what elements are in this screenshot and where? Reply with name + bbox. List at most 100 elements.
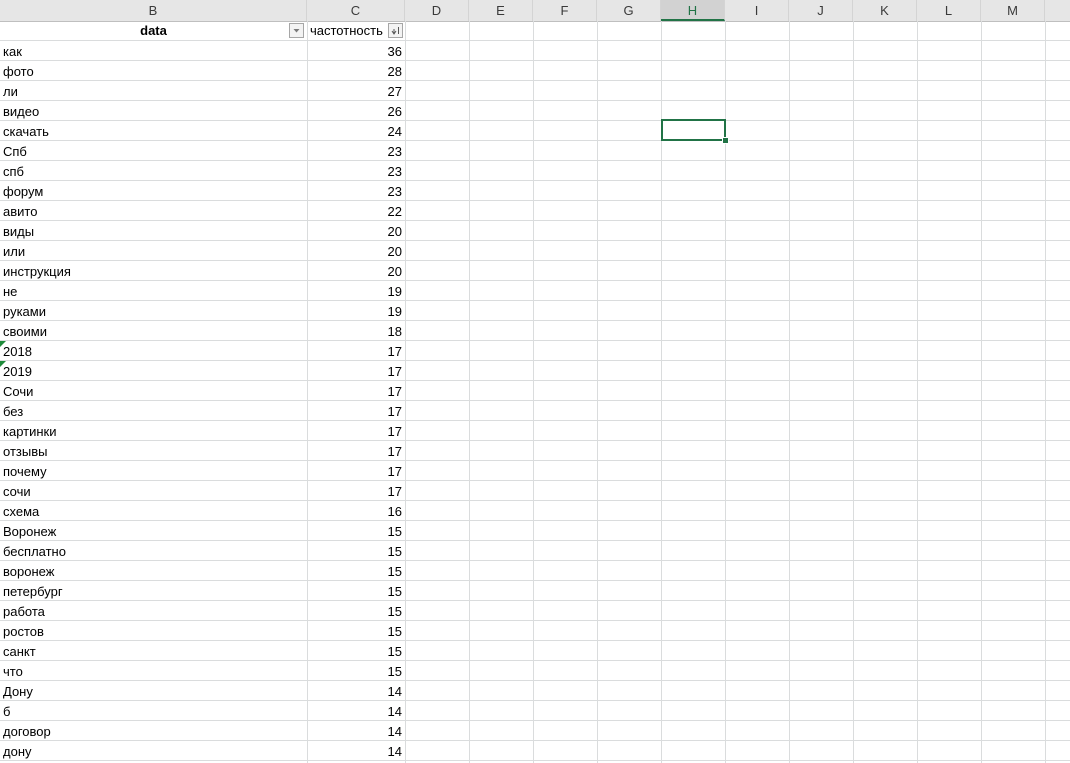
word-cell[interactable]: санкт [0,641,307,661]
word-cell[interactable]: дону [0,741,307,761]
column-header-l[interactable]: L [917,0,981,21]
word-cell[interactable]: Дону [0,681,307,701]
table-header-row: data частотность [0,21,1070,41]
word-cell[interactable]: почему [0,461,307,481]
word-cell[interactable]: фото [0,61,307,81]
frequency-cell[interactable]: 15 [307,601,405,621]
frequency-cell[interactable]: 27 [307,81,405,101]
word-cell[interactable]: ли [0,81,307,101]
number-stored-as-text-indicator-icon[interactable] [0,361,6,367]
table-row: что 15 [0,661,1070,681]
word-cell[interactable]: что [0,661,307,681]
column-header-j[interactable]: J [789,0,853,21]
frequency-cell[interactable]: 26 [307,101,405,121]
frequency-cell[interactable]: 36 [307,41,405,61]
frequency-cell[interactable]: 15 [307,561,405,581]
word-cell[interactable]: Сочи [0,381,307,401]
frequency-cell[interactable]: 15 [307,661,405,681]
word-cell[interactable]: схема [0,501,307,521]
frequency-cell[interactable]: 17 [307,421,405,441]
word-cell[interactable]: виды [0,221,307,241]
column-header-g[interactable]: G [597,0,661,21]
frequency-cell[interactable]: 20 [307,261,405,281]
number-stored-as-text-indicator-icon[interactable] [0,341,6,347]
word-cell[interactable]: воронеж [0,561,307,581]
word-cell[interactable]: без [0,401,307,421]
frequency-cell[interactable]: 17 [307,461,405,481]
word-cell[interactable]: 2019 [0,361,307,381]
frequency-cell[interactable]: 14 [307,701,405,721]
word-cell[interactable]: петербург [0,581,307,601]
frequency-cell[interactable]: 19 [307,301,405,321]
column-header-e[interactable]: E [469,0,533,21]
column-header-h[interactable]: H [661,0,725,21]
frequency-cell[interactable]: 17 [307,481,405,501]
frequency-cell[interactable]: 15 [307,621,405,641]
word-cell[interactable]: своими [0,321,307,341]
word-cell[interactable]: как [0,41,307,61]
frequency-cell[interactable]: 28 [307,61,405,81]
frequency-cell[interactable]: 14 [307,741,405,761]
frequency-cell[interactable]: 23 [307,181,405,201]
frequency-cell[interactable]: 20 [307,241,405,261]
word-cell[interactable]: видео [0,101,307,121]
frequency-cell[interactable]: 17 [307,341,405,361]
selected-cell-H[interactable] [661,119,726,141]
frequency-cell[interactable]: 16 [307,501,405,521]
word-cell[interactable]: инструкция [0,261,307,281]
frequency-cell[interactable]: 17 [307,441,405,461]
frequency-header-cell[interactable]: частотность [307,21,405,41]
frequency-cell[interactable]: 15 [307,521,405,541]
word-cell[interactable]: авито [0,201,307,221]
word-cell[interactable]: скачать [0,121,307,141]
frequency-cell[interactable]: 23 [307,141,405,161]
word-cell[interactable]: отзывы [0,441,307,461]
column-header-i[interactable]: I [725,0,789,21]
column-header-b[interactable]: B [0,0,307,21]
fill-handle[interactable] [722,137,729,144]
word-cell[interactable]: бесплатно [0,541,307,561]
word-cell[interactable]: 2018 [0,341,307,361]
cell-grid[interactable]: data частотность как 36 фото 28 ли 27 видео 26 с… [0,21,1070,763]
table-row: авито 22 [0,201,1070,221]
spreadsheet[interactable]: BCDEFGHIJKLM data частотность как 36 фот… [0,0,1070,763]
frequency-cell[interactable]: 15 [307,541,405,561]
frequency-cell[interactable]: 15 [307,641,405,661]
frequency-cell[interactable]: 23 [307,161,405,181]
table-row: руками 19 [0,301,1070,321]
column-header-m[interactable]: M [981,0,1045,21]
word-cell[interactable]: договор [0,721,307,741]
frequency-cell[interactable]: 19 [307,281,405,301]
column-header-d[interactable]: D [405,0,469,21]
word-cell[interactable]: Воронеж [0,521,307,541]
frequency-cell[interactable]: 18 [307,321,405,341]
frequency-cell[interactable]: 17 [307,381,405,401]
word-cell[interactable]: не [0,281,307,301]
word-cell[interactable]: руками [0,301,307,321]
column-header-f[interactable]: F [533,0,597,21]
frequency-cell[interactable]: 17 [307,401,405,421]
word-cell[interactable]: форум [0,181,307,201]
word-cell[interactable]: сочи [0,481,307,501]
frequency-cell[interactable]: 15 [307,581,405,601]
data-header-cell[interactable]: data [0,21,307,41]
frequency-cell[interactable]: 24 [307,121,405,141]
column-header-c[interactable]: C [307,0,405,21]
frequency-cell[interactable]: 14 [307,681,405,701]
column-header-k[interactable]: K [853,0,917,21]
filter-dropdown-button[interactable] [289,23,304,38]
word-cell[interactable]: ростов [0,621,307,641]
sort-descending-filter-button[interactable] [388,23,403,38]
frequency-cell[interactable]: 17 [307,361,405,381]
word-cell[interactable]: спб [0,161,307,181]
frequency-cell[interactable]: 14 [307,721,405,741]
word-cell[interactable]: б [0,701,307,721]
word-cell[interactable]: работа [0,601,307,621]
word-cell[interactable]: Спб [0,141,307,161]
word-cell[interactable]: или [0,241,307,261]
frequency-cell[interactable]: 20 [307,221,405,241]
table-row: скачать 24 [0,121,1070,141]
frequency-cell[interactable]: 22 [307,201,405,221]
column-header-partial[interactable] [1045,0,1070,21]
word-cell[interactable]: картинки [0,421,307,441]
